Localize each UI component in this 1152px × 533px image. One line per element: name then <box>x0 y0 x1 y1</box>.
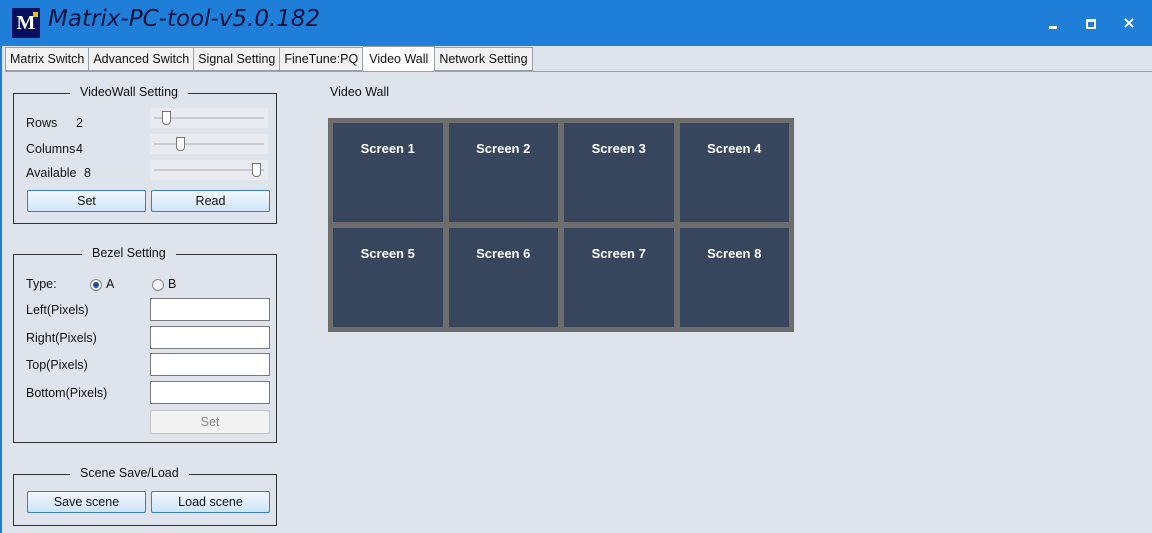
bottom-pixels-field[interactable] <box>150 381 270 404</box>
close-icon: × <box>1122 13 1136 32</box>
bezel-type-b-radio[interactable] <box>152 279 164 291</box>
left-pixels-field[interactable] <box>150 298 270 321</box>
screen-tile[interactable]: Screen 7 <box>564 228 674 327</box>
videowall-setting-legend: VideoWall Setting <box>70 85 188 99</box>
screen-tile[interactable]: Screen 1 <box>333 123 443 222</box>
rows-slider-thumb[interactable] <box>162 111 171 125</box>
right-pixels-label: Right(Pixels) <box>26 331 97 345</box>
screen-tile[interactable]: Screen 2 <box>448 123 558 222</box>
screen-tile[interactable]: Screen 4 <box>679 123 789 222</box>
screen-tile[interactable]: Screen 5 <box>333 228 443 327</box>
columns-label: Columns <box>26 142 76 156</box>
tab-advanced-switch[interactable]: Advanced Switch <box>89 47 195 71</box>
columns-slider-thumb[interactable] <box>176 137 185 151</box>
rows-value: 2 <box>76 116 83 130</box>
left-pixels-label: Left(Pixels) <box>26 303 89 317</box>
scene-legend: Scene Save/Load <box>70 466 189 480</box>
rows-slider[interactable] <box>150 108 268 128</box>
tab-matrix-switch[interactable]: Matrix Switch <box>5 47 90 71</box>
video-wall-grid: Screen 1 Screen 2 Screen 3 Screen 4 Scre… <box>328 118 794 332</box>
top-pixels-field[interactable] <box>150 353 270 376</box>
bezel-set-button[interactable]: Set <box>150 410 270 434</box>
minimize-icon <box>1049 26 1057 29</box>
minimize-button[interactable] <box>1042 12 1064 34</box>
close-button[interactable]: × <box>1118 12 1140 34</box>
video-wall-title: Video Wall <box>330 85 390 99</box>
available-slider[interactable] <box>150 160 268 180</box>
screen-tile[interactable]: Screen 3 <box>564 123 674 222</box>
load-scene-button[interactable]: Load scene <box>151 491 270 513</box>
videowall-set-button[interactable]: Set <box>27 190 146 212</box>
available-label: Available <box>26 166 77 180</box>
videowall-setting-group: VideoWall Setting Rows 2 Columns 4 Avail… <box>13 85 277 224</box>
tab-signal-setting[interactable]: Signal Setting <box>194 47 281 71</box>
maximize-button[interactable] <box>1080 12 1102 34</box>
tab-video-wall[interactable]: Video Wall <box>363 46 436 71</box>
save-scene-button[interactable]: Save scene <box>27 491 146 513</box>
tab-divider <box>5 71 1152 72</box>
bezel-setting-group: Bezel Setting Type: A B Left(Pixels) Rig… <box>13 246 277 443</box>
rows-label: Rows <box>26 116 58 130</box>
bezel-type-a-radio[interactable] <box>90 279 102 291</box>
screen-tile[interactable]: Screen 6 <box>448 228 558 327</box>
bottom-pixels-label: Bottom(Pixels) <box>26 386 108 400</box>
bezel-type-a-label[interactable]: A <box>106 277 114 291</box>
right-pixels-field[interactable] <box>150 326 270 349</box>
top-pixels-label: Top(Pixels) <box>26 358 88 372</box>
available-value: 8 <box>84 166 91 180</box>
columns-value: 4 <box>76 142 83 156</box>
window-border <box>0 46 2 533</box>
available-slider-thumb[interactable] <box>252 163 261 177</box>
tab-finetune-pq[interactable]: FineTune:PQ <box>280 47 364 71</box>
scene-group: Scene Save/Load Save scene Load scene <box>13 466 277 526</box>
maximize-icon <box>1086 19 1096 29</box>
app-title: Matrix-PC-tool-v5.0.182 <box>48 6 321 32</box>
type-label: Type: <box>26 277 57 291</box>
app-logo: M <box>12 8 40 38</box>
tab-bar: Matrix Switch Advanced Switch Signal Set… <box>5 46 533 71</box>
tab-network-setting[interactable]: Network Setting <box>435 47 533 71</box>
title-bar: M Matrix-PC-tool-v5.0.182 × <box>0 0 1152 46</box>
screen-tile[interactable]: Screen 8 <box>679 228 789 327</box>
bezel-setting-legend: Bezel Setting <box>82 246 176 260</box>
videowall-read-button[interactable]: Read <box>151 190 270 212</box>
columns-slider[interactable] <box>150 134 268 154</box>
bezel-type-b-label[interactable]: B <box>168 277 176 291</box>
